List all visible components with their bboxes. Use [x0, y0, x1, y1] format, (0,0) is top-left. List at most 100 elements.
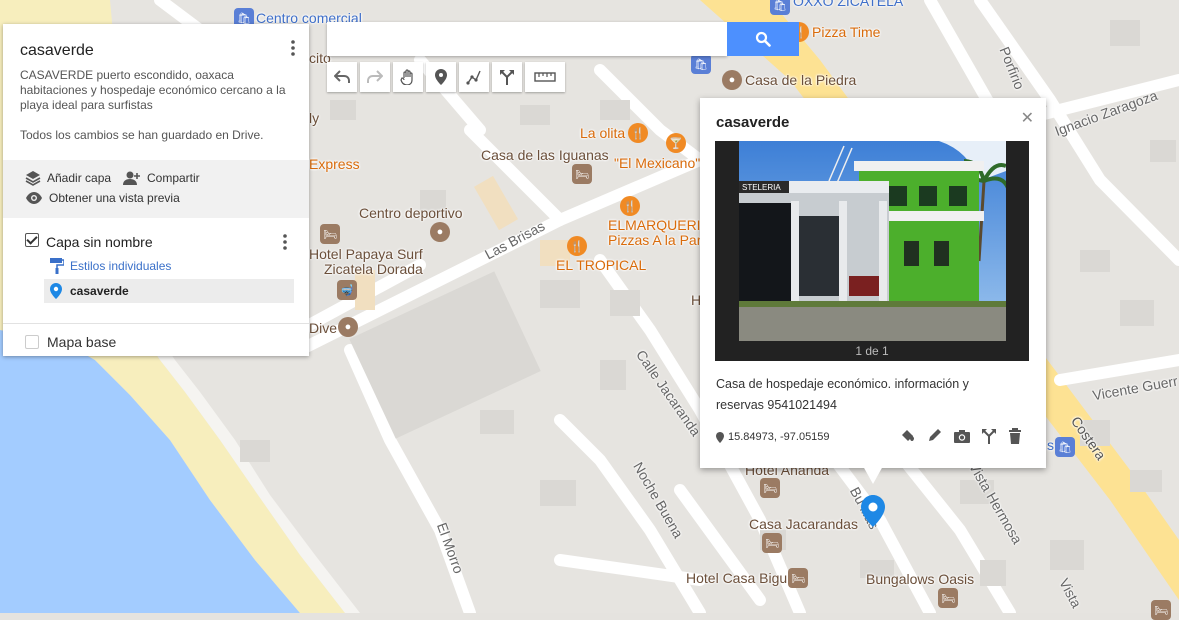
place-title[interactable]: casaverde: [716, 114, 789, 131]
layer-style-link[interactable]: Estilos individuales: [50, 258, 171, 274]
measure-button[interactable]: [525, 62, 565, 92]
map-title[interactable]: casaverde: [20, 42, 94, 60]
ruler-icon: [534, 72, 556, 82]
layer-feature-item[interactable]: casaverde: [44, 279, 294, 303]
directions-icon[interactable]: [980, 428, 998, 444]
poi-label[interactable]: s: [1047, 437, 1054, 453]
paint-roller-icon: [50, 258, 64, 274]
poi-label[interactable]: "El Mexicano": [614, 155, 700, 171]
poi-label[interactable]: La olita: [580, 125, 625, 141]
poi-label[interactable]: Hotel Casa Bigu: [686, 570, 787, 586]
restaurant-pin-icon[interactable]: 🍴: [620, 196, 640, 216]
poi-label[interactable]: Casa de las Iguanas: [481, 147, 609, 163]
add-layer-button[interactable]: Añadir capa: [25, 170, 111, 186]
draw-line-button[interactable]: [459, 62, 489, 92]
poi-label[interactable]: OXXO ZICATELA: [793, 0, 903, 9]
place-photo[interactable]: STELERIA: [739, 141, 1006, 341]
save-status: Todos los cambios se han guardado en Dri…: [20, 128, 264, 142]
eye-icon: [26, 192, 42, 204]
poi-label[interactable]: Centro deportivo: [359, 205, 463, 221]
undo-button[interactable]: [327, 62, 357, 92]
add-layer-label: Añadir capa: [47, 171, 112, 185]
layer-style-label: Estilos individuales: [70, 259, 172, 273]
poi-label[interactable]: Pizza Time: [812, 24, 880, 40]
poi-label[interactable]: Express: [309, 156, 360, 172]
search-icon: [755, 31, 771, 47]
poi-label[interactable]: Bungalows Oasis: [866, 571, 974, 587]
add-marker-button[interactable]: [426, 62, 456, 92]
restaurant-pin-icon[interactable]: 🍴: [567, 236, 587, 256]
more-options-icon[interactable]: [291, 40, 295, 56]
hand-icon: [400, 69, 413, 85]
poi-label[interactable]: Casa de la Piedra: [745, 72, 856, 88]
marker-icon: [50, 283, 62, 299]
camera-icon[interactable]: [953, 428, 971, 444]
redo-button[interactable]: [360, 62, 390, 92]
map-legend-panel: casaverde CASAVERDE puerto escondido, oa…: [3, 24, 309, 356]
place-info-popup: casaverde ✕ STELERIA 1 de 1 Casa de hosp…: [700, 98, 1046, 484]
preview-label: Obtener una vista previa: [49, 191, 180, 205]
base-map-section[interactable]: Mapa base: [3, 323, 309, 357]
close-icon[interactable]: ✕: [1021, 108, 1034, 128]
panel-actions: Añadir capa Compartir Obtener una vista …: [3, 160, 309, 218]
layer-checkbox[interactable]: [25, 233, 39, 247]
poi-label[interactable]: Zicatela Dorada: [324, 261, 423, 277]
map-description[interactable]: CASAVERDE puerto escondido, oaxaca habit…: [20, 68, 295, 113]
expand-arrow-icon[interactable]: [25, 335, 39, 349]
landmark-pin-icon[interactable]: ●: [338, 317, 358, 337]
select-tool-button[interactable]: [393, 62, 423, 92]
hotel-pin-icon[interactable]: 🛏: [1151, 600, 1171, 620]
popup-tools: [899, 428, 1023, 444]
layer-feature-label: casaverde: [70, 284, 129, 298]
diving-pin-icon[interactable]: 🤿: [337, 280, 357, 300]
photo-counter: 1 de 1: [855, 344, 889, 358]
location-icon: [716, 431, 724, 443]
place-description[interactable]: Casa de hospedaje económico. información…: [716, 374, 1016, 416]
search-input[interactable]: [327, 22, 727, 56]
share-label: Compartir: [147, 171, 200, 185]
landmark-pin-icon[interactable]: ●: [430, 222, 450, 242]
photo-viewer[interactable]: STELERIA 1 de 1: [715, 141, 1029, 361]
redo-icon: [367, 70, 383, 83]
directions-icon: [500, 70, 514, 85]
layer-options-icon[interactable]: [283, 234, 287, 250]
layer-name[interactable]: Capa sin nombre: [46, 234, 153, 250]
edit-icon[interactable]: [926, 428, 944, 444]
undo-icon: [334, 70, 350, 83]
paint-bucket-icon[interactable]: [899, 428, 917, 444]
map-toolbar: [327, 62, 565, 92]
base-map-label: Mapa base: [47, 334, 117, 350]
shopping-pin-icon[interactable]: 🛍: [1055, 437, 1075, 457]
poi-label[interactable]: Casa Jacarandas: [749, 516, 858, 532]
layers-icon: [25, 171, 41, 186]
poi-label[interactable]: ly: [309, 110, 319, 126]
hotel-pin-icon[interactable]: 🛏: [788, 568, 808, 588]
delete-icon[interactable]: [1007, 428, 1023, 444]
hotel-pin-icon[interactable]: 🛏: [760, 478, 780, 498]
selected-location-pin-icon[interactable]: [861, 495, 885, 527]
poi-label[interactable]: Dive: [309, 320, 337, 336]
poi-label[interactable]: Pizzas A la Par: [608, 232, 701, 248]
poi-label[interactable]: Hotel Papaya Surf: [309, 246, 423, 262]
hotel-pin-icon[interactable]: 🛏: [938, 588, 958, 608]
shopping-pin-icon[interactable]: 🛍: [691, 54, 711, 74]
shopping-pin-icon[interactable]: 🛍: [770, 0, 790, 15]
search-button[interactable]: [727, 22, 799, 56]
place-coordinates: 15.84973, -97.05159: [716, 431, 830, 443]
hotel-pin-icon[interactable]: 🛏: [320, 224, 340, 244]
draw-line-icon: [466, 70, 481, 85]
directions-button[interactable]: [492, 62, 522, 92]
coordinates-text: 15.84973, -97.05159: [728, 431, 830, 443]
landmark-pin-icon[interactable]: ●: [722, 70, 742, 90]
poi-label[interactable]: EL TROPICAL: [556, 257, 646, 273]
hotel-pin-icon[interactable]: 🛏: [572, 164, 592, 184]
share-button[interactable]: Compartir: [123, 170, 200, 186]
bar-pin-icon[interactable]: 🍸: [666, 133, 686, 153]
popup-pointer: [863, 466, 883, 484]
photo-sign-text: STELERIA: [742, 183, 781, 192]
hotel-pin-icon[interactable]: 🛏: [762, 533, 782, 553]
marker-icon: [435, 69, 447, 85]
preview-button[interactable]: Obtener una vista previa: [25, 191, 180, 205]
restaurant-pin-icon[interactable]: 🍴: [628, 123, 648, 143]
person-add-icon: [123, 171, 140, 185]
